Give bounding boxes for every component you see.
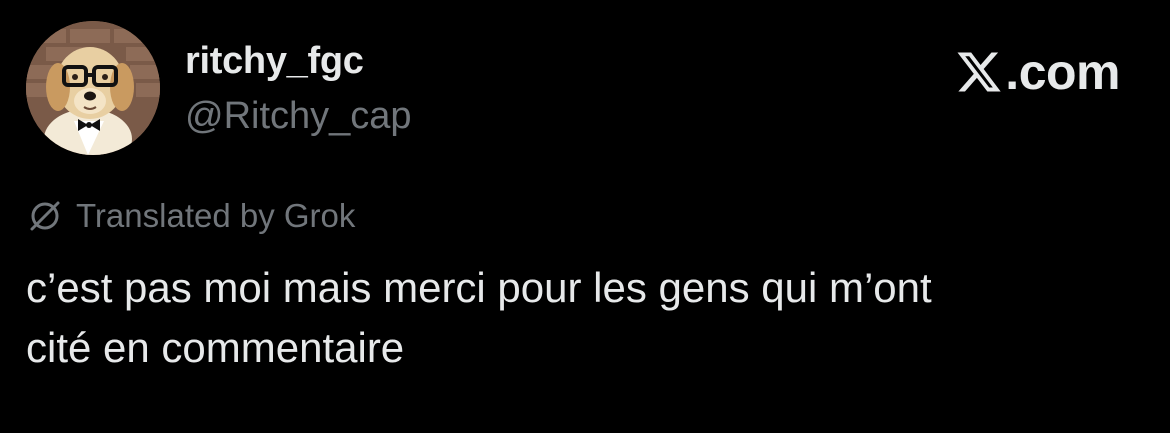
brand-domain-text: .com <box>1005 44 1120 100</box>
brand-watermark: .com <box>955 44 1120 100</box>
x-logo-icon <box>957 52 1001 92</box>
translate-slash-icon <box>30 201 60 231</box>
display-name[interactable]: ritchy_fgc <box>185 38 364 84</box>
translation-notice: Translated by Grok <box>26 196 355 236</box>
post-text: c’est pas moi mais merci pour les gens q… <box>26 264 932 371</box>
dog-with-glasses-avatar-icon <box>26 21 160 155</box>
translation-notice-text: Translated by Grok <box>76 197 356 234</box>
post-card: ritchy_fgc @Ritchy_cap .com Translated b… <box>0 0 1170 433</box>
user-handle[interactable]: @Ritchy_cap <box>185 93 412 139</box>
avatar[interactable] <box>26 21 160 155</box>
